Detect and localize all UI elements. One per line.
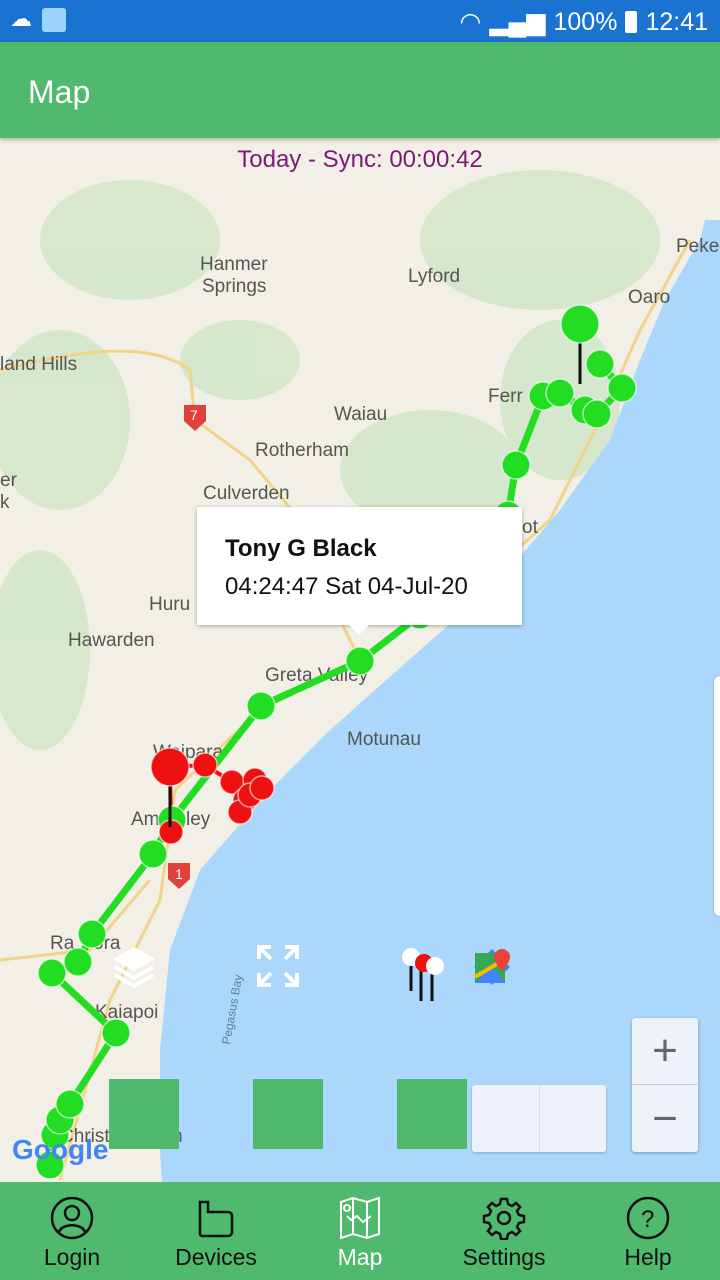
google-logo: Google <box>12 1134 109 1165</box>
google-maps-toolbar <box>472 949 607 1152</box>
device-icon <box>198 1200 234 1238</box>
place-label: ley <box>186 809 211 830</box>
place-label: Peke <box>676 236 719 257</box>
map-icon <box>340 1196 380 1240</box>
status-bar: ☁ ◠ ▂▄▆ 100% 12:41 <box>0 0 720 42</box>
bottom-navigation: Login Devices Map Settings ? Help <box>0 1182 720 1280</box>
nav-login[interactable]: Login <box>0 1182 144 1280</box>
wifi-icon: ◠ <box>459 8 482 36</box>
location-marker[interactable] <box>545 378 575 408</box>
location-marker[interactable] <box>37 958 67 988</box>
location-marker[interactable] <box>607 373 637 403</box>
nav-map[interactable]: Map <box>288 1182 432 1280</box>
place-label: Huru <box>149 594 190 615</box>
place-label: Waiau <box>334 404 387 425</box>
location-marker[interactable] <box>246 691 276 721</box>
svg-text:7: 7 <box>190 407 198 423</box>
location-marker[interactable] <box>585 349 615 379</box>
side-drawer-handle[interactable] <box>714 676 720 916</box>
location-marker[interactable] <box>582 399 612 429</box>
map-view[interactable]: Hanmer Springs Lyford Peke Oaro land Hil… <box>0 138 720 1182</box>
place-label: ot <box>522 517 539 538</box>
place-label: Lyford <box>408 266 460 287</box>
expand-icon <box>257 945 299 987</box>
app-bar: Map <box>0 42 720 138</box>
layers-icon <box>113 947 155 989</box>
place-label: Culverden <box>203 483 290 504</box>
svg-text:1: 1 <box>175 866 183 882</box>
pins-icon <box>402 948 444 1001</box>
marker-info-window: Tony G Black 04:24:47 Sat 04-Jul-20 <box>197 507 522 635</box>
nav-help[interactable]: ? Help <box>576 1182 720 1280</box>
show-markers-button[interactable] <box>397 948 467 1149</box>
location-marker[interactable] <box>138 839 168 869</box>
cloud-icon: ☁ <box>10 6 32 31</box>
location-marker[interactable] <box>77 919 107 949</box>
svg-text:?: ? <box>641 1206 654 1233</box>
gear-icon <box>482 1197 526 1240</box>
location-marker[interactable] <box>501 450 531 480</box>
location-marker[interactable] <box>63 947 93 977</box>
zoom-controls: + − <box>632 1018 698 1152</box>
zoom-out-button[interactable]: − <box>632 1085 698 1152</box>
location-marker[interactable] <box>560 304 600 344</box>
place-label: Am <box>131 809 160 830</box>
clock: 12:41 <box>645 7 708 36</box>
nav-label: Login <box>43 1244 101 1270</box>
nav-label: Map <box>337 1244 383 1270</box>
place-label: Springs <box>202 276 266 297</box>
place-label: Ferr <box>488 386 524 407</box>
device-name: Tony G Black <box>225 535 377 562</box>
help-icon: ? <box>626 1196 670 1240</box>
nav-devices[interactable]: Devices <box>144 1182 288 1280</box>
location-marker[interactable] <box>101 1018 131 1048</box>
open-in-google-maps-button[interactable] <box>473 949 607 1152</box>
clock-app-icon <box>42 8 66 32</box>
directions-button[interactable] <box>472 949 539 1152</box>
google-maps-icon <box>473 949 510 983</box>
nav-label: Devices <box>175 1244 257 1270</box>
page-title: Map <box>28 74 91 110</box>
battery-icon <box>625 11 638 33</box>
sync-status: Today - Sync: 00:00:42 <box>237 146 483 173</box>
place-label: land Hills <box>0 354 77 375</box>
location-marker[interactable] <box>150 747 190 787</box>
place-label: Hawarden <box>68 630 155 651</box>
user-icon <box>50 1196 94 1240</box>
layers-button[interactable] <box>109 947 179 1149</box>
nav-label: Help <box>624 1244 672 1270</box>
location-marker[interactable] <box>192 752 218 778</box>
fit-bounds-button[interactable] <box>253 945 323 1149</box>
place-label: Rotherham <box>255 440 349 461</box>
place-label: k <box>0 492 10 513</box>
place-label: er <box>0 470 18 491</box>
place-label: Oaro <box>628 287 670 308</box>
nav-label: Settings <box>462 1244 546 1270</box>
trackme-pro-logo <box>265 186 465 246</box>
battery-level: 100% <box>553 7 618 36</box>
signal-icon: ▂▄▆ <box>489 8 546 36</box>
location-marker[interactable] <box>249 775 275 801</box>
nav-settings[interactable]: Settings <box>432 1182 576 1280</box>
place-label: Motunau <box>347 729 421 750</box>
timestamp: 04:24:47 Sat 04-Jul-20 <box>225 573 468 600</box>
location-marker[interactable] <box>55 1089 85 1119</box>
place-label: Hanmer <box>200 254 268 275</box>
map-canvas[interactable]: Hanmer Springs Lyford Peke Oaro land Hil… <box>0 138 720 1182</box>
location-marker[interactable] <box>345 646 375 676</box>
zoom-in-button[interactable]: + <box>632 1018 698 1085</box>
